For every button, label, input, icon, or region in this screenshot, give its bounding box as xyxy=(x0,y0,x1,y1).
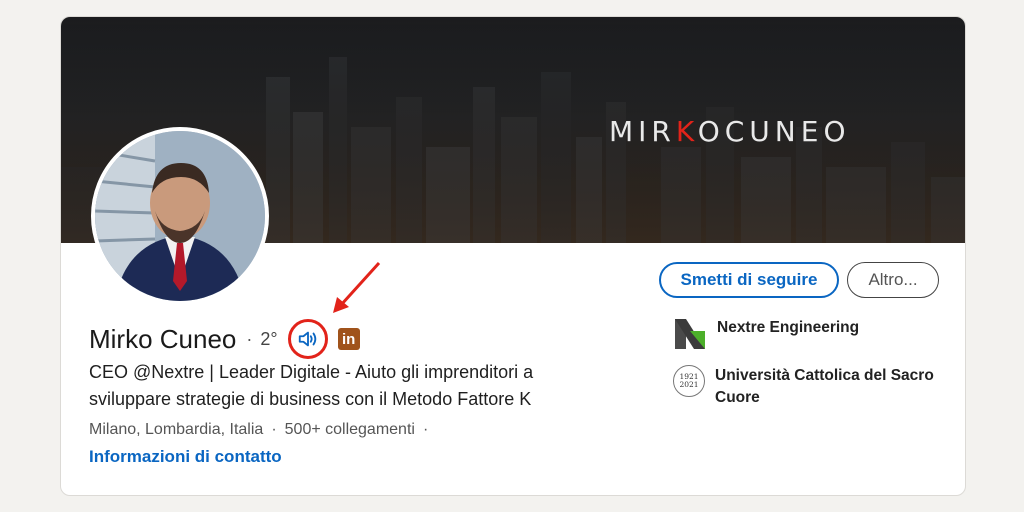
org-item-nextre[interactable]: Nextre Engineering xyxy=(673,317,859,351)
name-pronunciation-button[interactable] xyxy=(287,319,328,359)
avatar-portrait xyxy=(95,131,265,301)
university-seal-icon: 1921 2021 xyxy=(673,365,705,397)
location: Milano, Lombardia, Italia xyxy=(89,421,264,438)
profile-name: Mirko Cuneo xyxy=(89,323,237,354)
profile-headline: CEO @Nextre | Leader Digitale - Aiuto gl… xyxy=(89,362,534,409)
org-item-university[interactable]: 1921 2021 Università Cattolica del Sacro… xyxy=(673,365,945,409)
profile-photo[interactable] xyxy=(91,127,269,305)
highlight-circle xyxy=(287,319,328,359)
profile-actions: Smetti di seguire Altro... xyxy=(659,262,939,298)
nextre-logo-icon xyxy=(675,319,705,349)
more-button[interactable]: Altro... xyxy=(847,262,939,298)
meta-separator-end: · xyxy=(422,421,429,438)
profile-card: MIRKOCUNEO Smetti di seguire Altro... Mi… xyxy=(60,16,966,496)
profile-meta: Milano, Lombardia, Italia · 500+ collega… xyxy=(89,421,428,439)
brand-logo-text: MIRKOCUNEO xyxy=(609,115,851,148)
org-name: Nextre Engineering xyxy=(717,319,860,336)
org-name: Università Cattolica del Sacro Cuore xyxy=(715,367,934,406)
name-row: Mirko Cuneo · 2° in xyxy=(89,319,360,359)
connection-degree: 2° xyxy=(260,328,278,349)
unfollow-button[interactable]: Smetti di seguire xyxy=(659,262,839,298)
contact-info-link[interactable]: Informazioni di contatto xyxy=(89,447,282,467)
separator-dot: · xyxy=(246,328,253,349)
connections-count[interactable]: 500+ collegamenti xyxy=(285,421,415,439)
premium-badge-icon[interactable]: in xyxy=(337,328,360,350)
meta-separator: · xyxy=(271,421,277,438)
